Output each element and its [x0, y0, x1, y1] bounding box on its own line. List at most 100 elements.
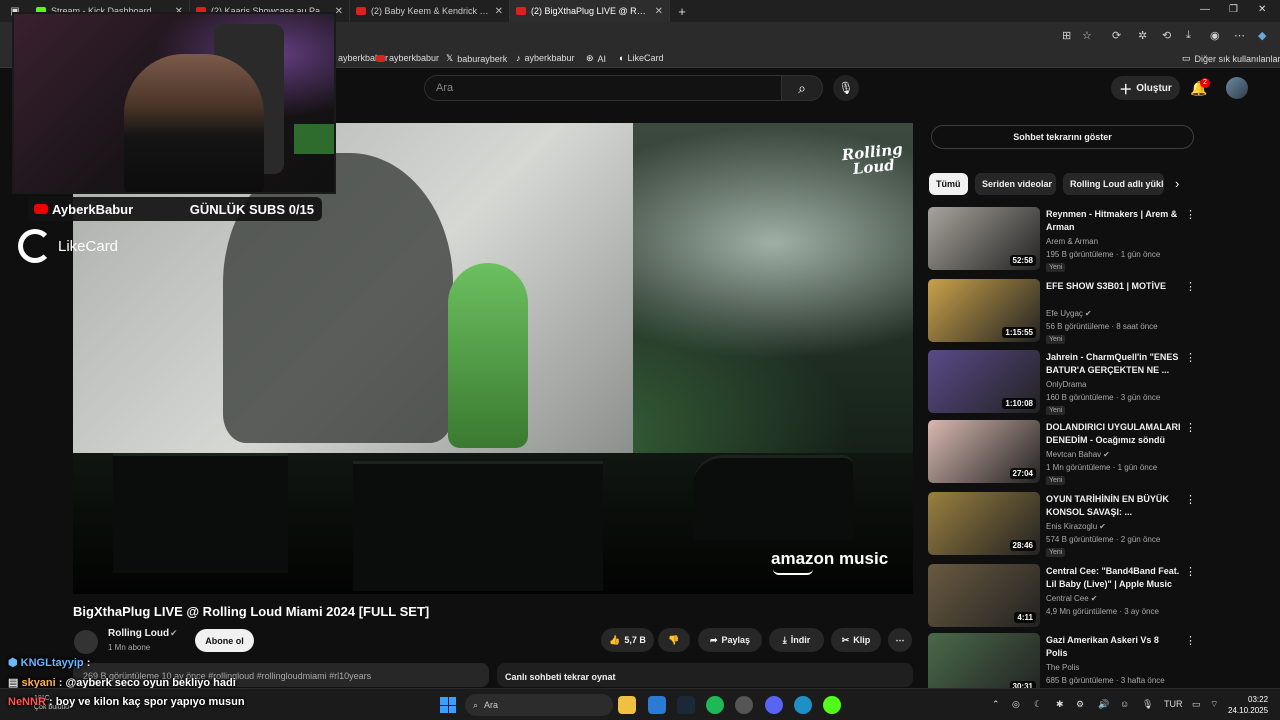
- more-vertical-icon[interactable]: ⋮: [1185, 351, 1196, 364]
- volume-icon[interactable]: 🔊: [1098, 699, 1109, 710]
- search-input[interactable]: Ara: [424, 75, 782, 101]
- video-title[interactable]: Central Cee: "Band4Band Feat. Lil Baby (…: [1046, 565, 1181, 591]
- more-vertical-icon[interactable]: ⋮: [1185, 280, 1196, 293]
- bookmark-item[interactable]: ◖ LikeCard: [618, 53, 663, 63]
- channel-name[interactable]: Enis Kirazoglu ✔: [1046, 522, 1106, 531]
- user-avatar[interactable]: [1226, 77, 1248, 99]
- bookmark-item[interactable]: 𝕏baburayberk: [446, 53, 507, 64]
- chip-series[interactable]: Seriden videolar: [975, 173, 1056, 195]
- bookmark-item[interactable]: ayberkbabur: [376, 53, 439, 63]
- channel-name[interactable]: OnlyDrama: [1046, 380, 1086, 389]
- network-icon[interactable]: ◎: [1012, 699, 1020, 710]
- steam-icon[interactable]: [677, 696, 695, 714]
- new-tab-button[interactable]: +: [670, 4, 694, 19]
- app-tray-icon[interactable]: ☾: [1034, 699, 1042, 710]
- show-chat-replay-button[interactable]: Sohbet tekrarını göster: [931, 125, 1194, 149]
- share-button[interactable]: ➦ Paylaş: [698, 628, 762, 652]
- clip-button[interactable]: ✂ Klip: [831, 628, 881, 652]
- file-explorer-icon[interactable]: [618, 696, 636, 714]
- download-icon[interactable]: ⤓: [1186, 29, 1191, 42]
- start-button[interactable]: [440, 697, 456, 713]
- close-window-icon[interactable]: ✕: [1258, 4, 1266, 15]
- minimize-icon[interactable]: —: [1200, 4, 1210, 15]
- recommended-video[interactable]: 52:58 Reynmen - Hitmakers | Arem & Arman A…: [928, 207, 1198, 273]
- create-button[interactable]: ＋ Oluştur: [1111, 76, 1180, 100]
- close-icon[interactable]: ✕: [655, 6, 663, 17]
- copilot-icon[interactable]: ◆: [1258, 29, 1266, 42]
- video-thumbnail[interactable]: 52:58: [928, 207, 1040, 270]
- chevron-up-icon[interactable]: ⌃: [992, 699, 1000, 710]
- microphone-tray-icon[interactable]: 🎙: [1142, 699, 1153, 710]
- more-vertical-icon[interactable]: ⋮: [1185, 493, 1196, 506]
- more-vertical-icon[interactable]: ⋮: [1185, 565, 1196, 578]
- search-button[interactable]: ⌕: [781, 75, 823, 101]
- edge-icon[interactable]: [794, 696, 812, 714]
- video-title[interactable]: OYUN TARİHİNİN EN BÜYÜK KONSOL SAVAŞI: .…: [1046, 493, 1181, 519]
- like-button[interactable]: 👍 5,7 B: [601, 628, 654, 652]
- discord-tray-icon[interactable]: ☺: [1120, 699, 1129, 709]
- recommended-video[interactable]: 1:15:55 EFE SHOW S3B01 | MOTİVE Efe Uygaç ✔…: [928, 279, 1198, 345]
- spotify-icon[interactable]: [706, 696, 724, 714]
- video-thumbnail[interactable]: 4:11: [928, 564, 1040, 627]
- chip-channel-uploads[interactable]: Rolling Loud adlı yükle: [1063, 173, 1164, 195]
- wifi-icon[interactable]: ⌔: [1210, 699, 1218, 710]
- channel-name[interactable]: The Polis: [1046, 663, 1079, 672]
- bookmark-item[interactable]: ♪ ayberkbabur: [516, 53, 575, 63]
- kick-app-icon[interactable]: [823, 696, 841, 714]
- favorite-star-icon[interactable]: ☆: [1082, 29, 1092, 42]
- tray-app-icon[interactable]: ✱: [1056, 699, 1064, 710]
- video-title[interactable]: Gazi Amerikan Askeri Vs 8 Polis: [1046, 634, 1181, 660]
- menu-icon[interactable]: ⋯: [1234, 29, 1245, 42]
- channel-name[interactable]: Arem & Arman: [1046, 237, 1098, 246]
- more-vertical-icon[interactable]: ⋮: [1185, 634, 1196, 647]
- voice-search-button[interactable]: 🎙: [833, 75, 859, 101]
- chevron-right-icon[interactable]: ›: [1175, 176, 1179, 191]
- video-meta: 160 B görüntüleme · 3 gün önce: [1046, 393, 1161, 402]
- browser-tab-3[interactable]: (2) Baby Keem & Kendrick Lamar ✕: [350, 0, 510, 22]
- close-icon[interactable]: ✕: [495, 6, 503, 17]
- video-title[interactable]: Reynmen - Hitmakers | Arem & Arman: [1046, 208, 1181, 234]
- more-vertical-icon[interactable]: ⋮: [1185, 421, 1196, 434]
- store-icon[interactable]: [648, 696, 666, 714]
- browser-tab-4[interactable]: (2) BigXthaPlug LIVE @ Rolling Lo ✕: [510, 0, 670, 22]
- video-thumbnail[interactable]: 1:15:55: [928, 279, 1040, 342]
- dislike-button[interactable]: 👎: [658, 628, 690, 652]
- profile-icon[interactable]: ◉: [1210, 29, 1220, 42]
- extensions-icon[interactable]: ✲: [1138, 29, 1147, 42]
- reading-view-icon[interactable]: ⊞: [1062, 29, 1071, 42]
- other-bookmarks[interactable]: ▭ Diğer sık kullanılanlar: [1182, 53, 1280, 64]
- recommended-video[interactable]: 4:11 Central Cee: "Band4Band Feat. Lil Ba…: [928, 564, 1198, 630]
- restore-icon[interactable]: ❐: [1229, 4, 1238, 15]
- chip-all[interactable]: Tümü: [929, 173, 968, 195]
- subscribe-button[interactable]: Abone ol: [195, 629, 254, 652]
- video-thumbnail[interactable]: 1:10:08: [928, 350, 1040, 413]
- channel-name[interactable]: Central Cee ✔: [1046, 594, 1097, 603]
- history-icon[interactable]: ⟲: [1162, 29, 1171, 42]
- recommended-video[interactable]: 27:04 DOLANDIRICI UYGULAMALARI DENEDİM - …: [928, 420, 1198, 486]
- obs-icon[interactable]: [735, 696, 753, 714]
- taskbar-search[interactable]: ⌕ Ara: [465, 694, 613, 716]
- display-icon[interactable]: ▭: [1192, 699, 1201, 710]
- bookmark-item[interactable]: ⊛ AI: [586, 53, 606, 64]
- channel-name[interactable]: Efe Uygaç ✔: [1046, 309, 1092, 318]
- video-thumbnail[interactable]: 27:04: [928, 420, 1040, 483]
- video-title[interactable]: Jahrein - CharmQuell'in "ENES BATUR'A GE…: [1046, 351, 1181, 377]
- channel-avatar[interactable]: [74, 630, 98, 654]
- system-clock[interactable]: 03:22 24.10.2025: [1228, 694, 1268, 716]
- recommended-video[interactable]: 28:46 OYUN TARİHİNİN EN BÜYÜK KONSOL SAVA…: [928, 492, 1198, 558]
- more-actions-button[interactable]: ⋯: [888, 628, 912, 652]
- video-title[interactable]: EFE SHOW S3B01 | MOTİVE: [1046, 280, 1181, 293]
- channel-name[interactable]: Rolling Loud: [108, 628, 169, 639]
- channel-name[interactable]: Mevtcan Bahav ✔: [1046, 450, 1110, 459]
- more-vertical-icon[interactable]: ⋮: [1185, 208, 1196, 221]
- chat-replay-bar[interactable]: Canlı sohbeti tekrar oynat: [497, 663, 913, 687]
- refresh-icon[interactable]: ⟳: [1112, 29, 1121, 42]
- video-thumbnail[interactable]: 30:31: [928, 633, 1040, 696]
- steam-tray-icon[interactable]: ⚙: [1076, 699, 1084, 710]
- discord-icon[interactable]: [765, 696, 783, 714]
- video-title[interactable]: DOLANDIRICI UYGULAMALARI DENEDİM - Ocağı…: [1046, 421, 1181, 447]
- download-button[interactable]: ⤓ İndir: [769, 628, 824, 652]
- language-indicator[interactable]: TUR: [1164, 699, 1183, 709]
- video-thumbnail[interactable]: 28:46: [928, 492, 1040, 555]
- recommended-video[interactable]: 1:10:08 Jahrein - CharmQuell'in "ENES BAT…: [928, 350, 1198, 416]
